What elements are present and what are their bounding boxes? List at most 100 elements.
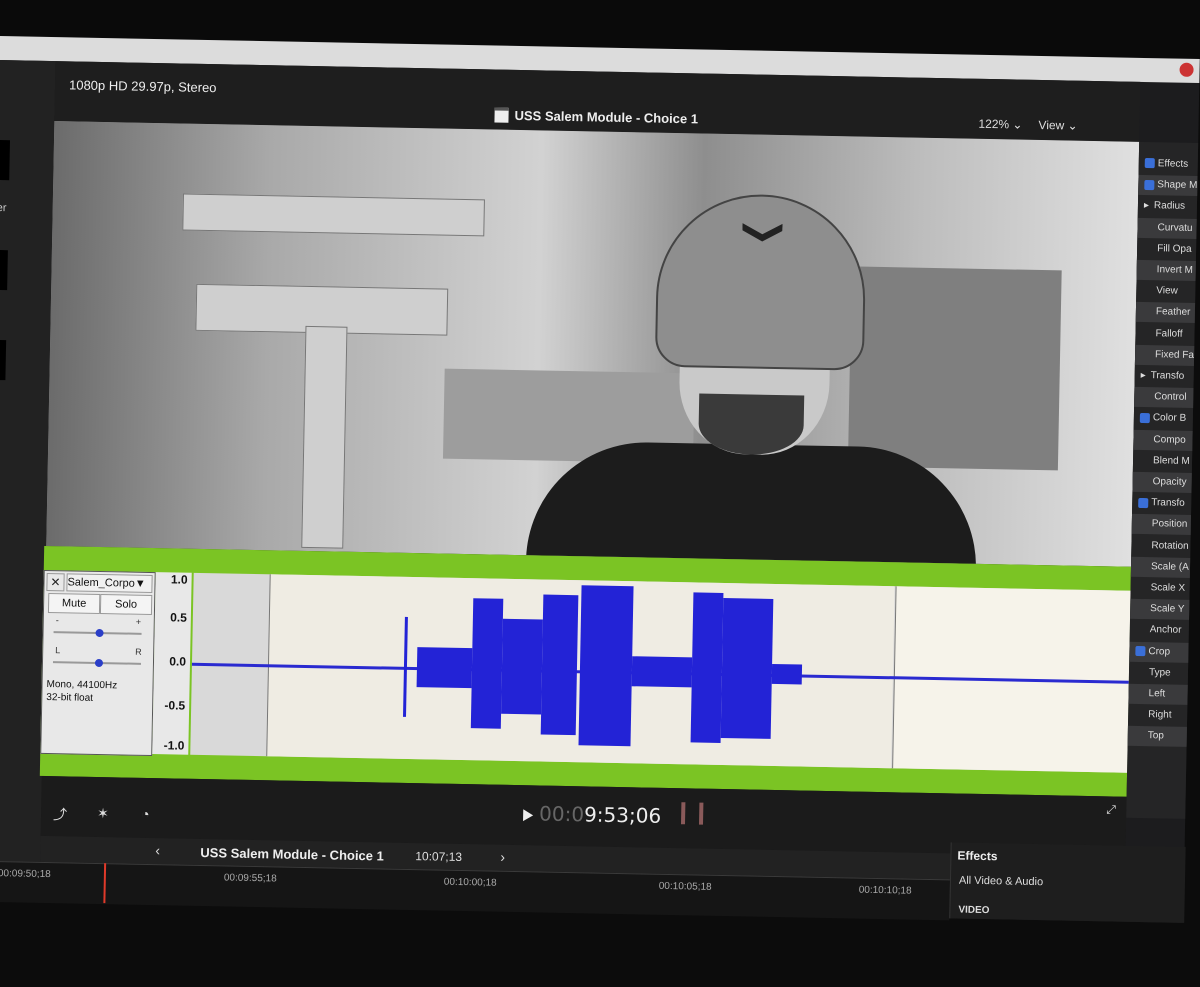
inspector-item-label: Fixed Fa — [1155, 349, 1194, 361]
pan-slider[interactable] — [53, 661, 141, 665]
speed-gauge-icon[interactable]: ◔ — [141, 806, 159, 822]
inspector-item[interactable]: View — [1136, 281, 1195, 302]
inspector-item[interactable]: Effects — [1139, 154, 1198, 175]
disclosure-arrow-icon[interactable]: ▸ — [1140, 366, 1150, 386]
inspector-item[interactable]: Right — [1128, 705, 1187, 726]
inspector-item[interactable]: Blend M — [1133, 451, 1192, 472]
track-bitdepth-info: 32-bit float — [46, 692, 93, 704]
inspector-item-label: Rotation — [1151, 540, 1188, 552]
sidebar-thumb[interactable] — [0, 340, 6, 380]
scale-tick: 0.5 — [170, 610, 187, 624]
gain-slider[interactable] — [54, 631, 142, 635]
track-control-panel: ✕ Salem_Corpo▼ Mute Solo - + L R Mono, 4… — [40, 570, 156, 756]
checkbox-icon[interactable] — [1144, 180, 1154, 190]
waveform-peak — [578, 585, 633, 746]
inspector-panel: Effects Shape M▸RadiusCurvatuFill Opa Inve… — [1126, 142, 1198, 819]
gain-minus-label: - — [56, 615, 59, 625]
waveform-area[interactable] — [190, 573, 1130, 773]
gain-slider-knob[interactable] — [95, 629, 103, 637]
inspector-item[interactable]: ▸Radius — [1138, 196, 1197, 217]
waveform-peak — [772, 664, 802, 685]
timecode-display[interactable]: 00:09:53;06 — [539, 801, 661, 827]
sidebar-label: er — [0, 202, 7, 214]
zoom-dropdown[interactable]: 122% ⌄ — [978, 117, 1022, 132]
waveform-peak — [691, 592, 724, 743]
inspector-item[interactable]: Rotation — [1131, 535, 1190, 556]
disclosure-arrow-icon[interactable]: ▸ — [1144, 196, 1154, 216]
inspector-item[interactable]: Feather — [1136, 302, 1195, 323]
inspector-item[interactable]: Position — [1132, 514, 1191, 535]
inspector-item[interactable]: Compo — [1133, 429, 1192, 450]
sidebar-thumb[interactable] — [0, 140, 10, 180]
inspector-item-label: Invert M — [1157, 264, 1193, 276]
inspector-item-label: Type — [1149, 667, 1171, 678]
timeline-forward-button[interactable]: › — [500, 849, 505, 865]
metal-box — [848, 266, 1062, 470]
inspector-item-label: Blend M — [1153, 455, 1190, 467]
track-format-info: Mono, 44100Hz — [46, 679, 117, 691]
inspector-item-label: Right — [1148, 709, 1172, 720]
inspector-item-label: Effects — [1158, 158, 1189, 170]
inspector-item[interactable]: Scale Y — [1130, 599, 1189, 620]
mute-button[interactable]: Mute — [48, 593, 100, 614]
timeline-back-button[interactable]: ‹ — [155, 842, 160, 858]
inspector-item[interactable]: Anchor — [1130, 620, 1189, 641]
app-window: er 1080p HD 29.97p, Stereo USS Salem Mod… — [0, 36, 1200, 923]
inspector-item-label: Scale Y — [1150, 603, 1185, 615]
inspector-item[interactable]: ▸Transfo — [1134, 366, 1193, 387]
inspector-item[interactable]: Color B — [1134, 408, 1193, 429]
inspector-item[interactable]: Type — [1129, 663, 1188, 684]
checkbox-icon[interactable] — [1135, 646, 1145, 656]
effects-browser: Effects All Video & Audio VIDEO — [949, 842, 1185, 922]
inspector-item-label: Compo — [1153, 434, 1185, 446]
pan-slider-knob[interactable] — [95, 659, 103, 667]
inspector-item[interactable]: Fill Opa — [1137, 239, 1196, 260]
inspector-item-label: Falloff — [1155, 328, 1182, 340]
inspector-item[interactable]: Control — [1134, 387, 1193, 408]
ruler-label: 00:09:55;18 — [224, 872, 277, 884]
inspector-item[interactable]: Fixed Fa — [1135, 345, 1194, 366]
pipe-shape — [301, 326, 347, 549]
checkbox-icon[interactable] — [1145, 158, 1155, 168]
close-track-button[interactable]: ✕ — [46, 573, 64, 591]
effects-browser-title: Effects — [957, 849, 997, 864]
inspector-item-label: Crop — [1148, 646, 1170, 657]
inspector-item-label: Feather — [1156, 307, 1191, 319]
inspector-item[interactable]: Top — [1128, 726, 1187, 747]
effects-category-all[interactable]: All Video & Audio — [959, 875, 1043, 889]
project-title: USS Salem Module - Choice 1 — [514, 108, 698, 127]
inspector-item[interactable]: Opacity — [1132, 472, 1191, 493]
inspector-item-label: Anchor — [1150, 625, 1182, 637]
inspector-item[interactable]: Scale (A — [1131, 557, 1190, 578]
track-name-dropdown[interactable]: Salem_Corpo▼ — [66, 573, 152, 593]
inspector-item[interactable]: Shape M — [1138, 175, 1197, 196]
inspector-item[interactable]: Transfo — [1132, 493, 1191, 514]
amplitude-scale: 1.0 0.5 0.0 -0.5 -1.0 — [152, 572, 191, 755]
inspector-item-label: View — [1156, 285, 1178, 296]
scale-tick: 0.0 — [169, 654, 186, 668]
transform-tool-icon[interactable]: ⤴ — [53, 804, 71, 820]
waveform-peak — [417, 647, 473, 688]
inspector-item[interactable]: Left — [1128, 684, 1187, 705]
ruler-label: 00:10:05;18 — [659, 881, 712, 893]
status-menu-icon[interactable] — [1179, 63, 1193, 77]
inspector-item[interactable]: Scale X — [1130, 578, 1189, 599]
view-dropdown[interactable]: View ⌄ — [1038, 118, 1077, 133]
video-format-label: 1080p HD 29.97p, Stereo — [69, 77, 217, 95]
pipe-shape — [182, 194, 485, 237]
inspector-item-label: Scale (A — [1151, 561, 1189, 573]
checkbox-icon[interactable] — [1140, 413, 1150, 423]
inspector-item[interactable]: Invert M — [1137, 260, 1196, 281]
inspector-item-label: Top — [1148, 731, 1164, 742]
inspector-item[interactable]: Crop — [1129, 641, 1188, 662]
inspector-item[interactable]: Curvatu — [1137, 217, 1196, 238]
waveform-peak — [721, 598, 774, 739]
sidebar-thumb[interactable] — [0, 250, 8, 290]
magic-wand-icon[interactable]: ✶ — [97, 805, 115, 821]
fullscreen-icon[interactable]: ⤢ — [1106, 802, 1116, 817]
checkbox-icon[interactable] — [1138, 497, 1148, 507]
waveform-peak — [501, 619, 543, 715]
inspector-item[interactable]: Falloff — [1135, 323, 1194, 344]
solo-button[interactable]: Solo — [100, 594, 152, 615]
play-icon[interactable] — [523, 809, 533, 821]
